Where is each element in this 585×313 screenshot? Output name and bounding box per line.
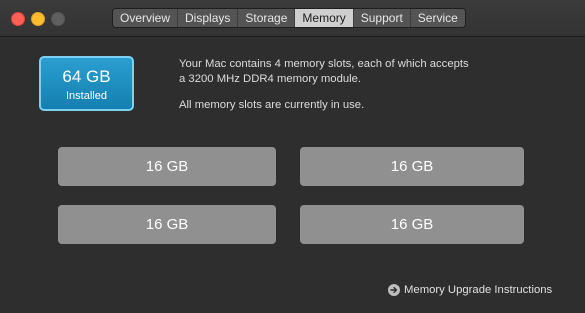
tab-storage[interactable]: Storage [238, 9, 296, 27]
memory-status-text: All memory slots are currently in use. [179, 99, 365, 111]
upgrade-link-label: Memory Upgrade Instructions [404, 284, 553, 296]
memory-slot-2: 16 GB [300, 147, 524, 186]
memory-upgrade-instructions-link[interactable]: Memory Upgrade Instructions [388, 282, 552, 298]
tab-support[interactable]: Support [353, 9, 411, 27]
installed-memory-total: 64 GB [62, 67, 111, 86]
memory-description: Your Mac contains 4 memory slots, each o… [179, 57, 519, 113]
close-button[interactable] [11, 12, 25, 26]
arrow-circle-right-icon [388, 284, 400, 296]
memory-slot-1: 16 GB [58, 147, 276, 186]
tab-overview[interactable]: Overview [113, 9, 179, 27]
memory-slot-3: 16 GB [58, 205, 276, 244]
tab-displays[interactable]: Displays [178, 9, 239, 27]
tab-service[interactable]: Service [410, 9, 465, 27]
description-line-1: Your Mac contains 4 memory slots, each o… [179, 58, 469, 70]
title-bar: Overview Displays Storage Memory Support… [0, 0, 585, 37]
zoom-button[interactable] [51, 12, 65, 26]
minimize-button[interactable] [31, 12, 45, 26]
memory-slot-4: 16 GB [300, 205, 524, 244]
installed-memory-label: Installed [66, 90, 107, 102]
tab-bar: Overview Displays Storage Memory Support… [112, 8, 466, 28]
installed-memory-badge: 64 GB Installed [39, 56, 134, 111]
about-this-mac-window: Overview Displays Storage Memory Support… [0, 0, 585, 313]
tab-memory[interactable]: Memory [295, 9, 354, 27]
description-line-2: a 3200 MHz DDR4 memory module. [179, 72, 362, 85]
